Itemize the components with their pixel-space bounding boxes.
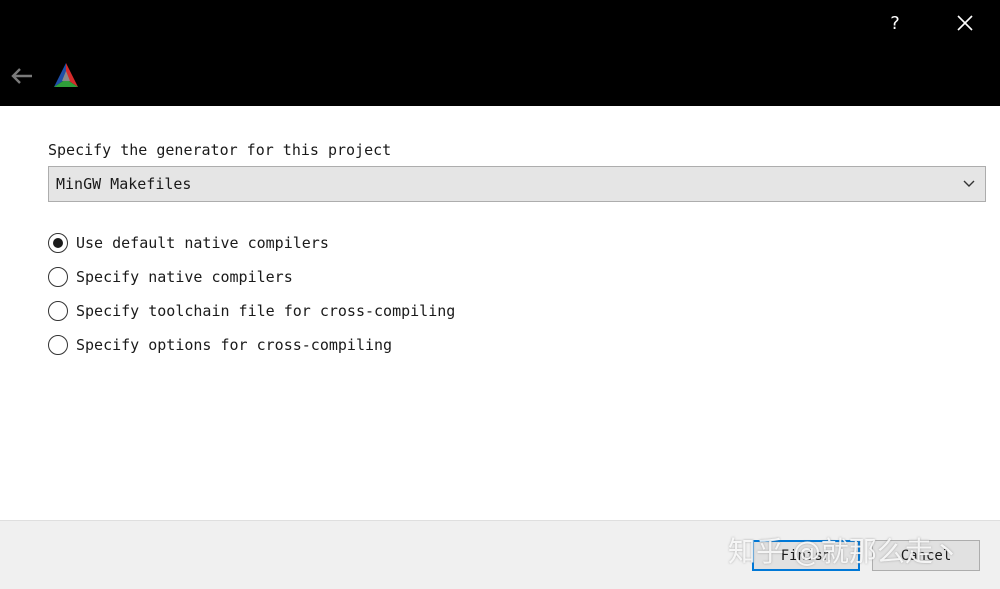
option-label: Specify toolchain file for cross-compili… — [76, 302, 456, 320]
radio-button[interactable] — [48, 267, 68, 287]
help-button[interactable]: ? — [880, 8, 910, 38]
option-cross-compiling-options[interactable]: Specify options for cross-compiling — [48, 328, 455, 362]
cancel-button[interactable]: Cancel — [872, 540, 980, 571]
generator-select-value: MinGW Makefiles — [56, 175, 192, 193]
option-toolchain-file[interactable]: Specify toolchain file for cross-compili… — [48, 294, 455, 328]
finish-button[interactable]: Finish — [752, 540, 860, 571]
generator-prompt-label: Specify the generator for this project — [48, 141, 392, 159]
close-button[interactable] — [950, 8, 980, 38]
radio-button[interactable] — [48, 335, 68, 355]
generator-select[interactable]: MinGW Makefiles — [48, 166, 986, 202]
option-label: Specify options for cross-compiling — [76, 336, 393, 354]
cmake-logo-icon — [54, 63, 78, 87]
option-label: Use default native compilers — [76, 234, 329, 252]
title-bar: ? — [0, 0, 1000, 106]
radio-button[interactable] — [48, 233, 68, 253]
radio-button[interactable] — [48, 301, 68, 321]
button-bar: Finish Cancel — [0, 520, 1000, 589]
generator-panel: Specify the generator for this project M… — [48, 140, 988, 355]
compiler-options: Use default native compilers Specify nat… — [48, 226, 455, 362]
option-specify-native-compilers[interactable]: Specify native compilers — [48, 260, 455, 294]
close-icon — [957, 15, 973, 31]
back-arrow-icon — [11, 68, 32, 84]
option-label: Specify native compilers — [76, 268, 293, 286]
question-mark-icon: ? — [890, 12, 900, 34]
option-default-native-compilers[interactable]: Use default native compilers — [48, 226, 455, 260]
back-button[interactable] — [8, 62, 36, 90]
chevron-down-icon — [963, 180, 975, 187]
